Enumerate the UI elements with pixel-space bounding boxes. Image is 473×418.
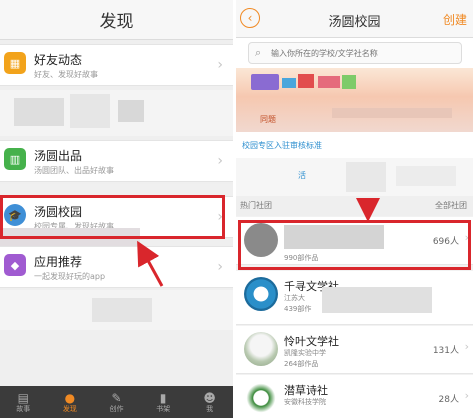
annotation-arrows <box>137 198 380 287</box>
screenshot-composite: 发现 ▦ 好友动态 好友、发现好故事 › ▥ 汤圆出品 汤圆团队、出品好故事 ›… <box>0 0 473 418</box>
arrow-to-campus <box>137 240 164 287</box>
